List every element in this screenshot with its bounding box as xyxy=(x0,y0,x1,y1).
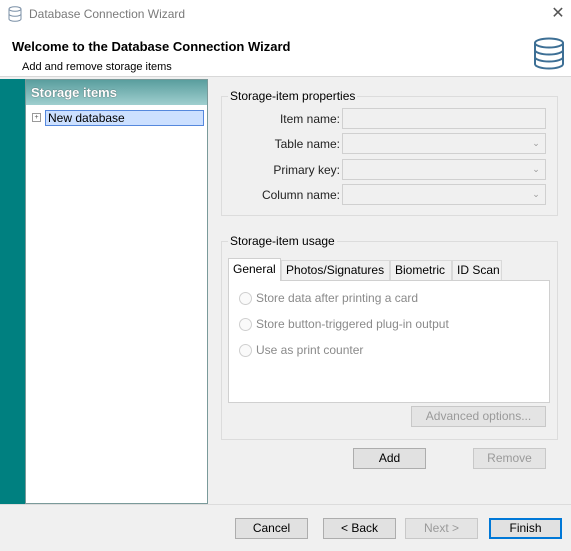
storage-items-tree[interactable]: Storage items + New database xyxy=(25,79,208,504)
radio-label: Store data after printing a card xyxy=(256,291,419,305)
primary-key-row: Primary key: ⌄ xyxy=(222,159,552,181)
item-name-row: Item name: xyxy=(222,108,552,130)
window-title: Database Connection Wizard xyxy=(29,7,186,21)
database-icon xyxy=(8,6,22,22)
cancel-button[interactable]: Cancel xyxy=(235,518,308,539)
radio-circle[interactable] xyxy=(239,292,252,305)
remove-button[interactable]: Remove xyxy=(473,448,546,469)
finish-button[interactable]: Finish xyxy=(489,518,562,539)
footer-separator xyxy=(0,504,571,505)
advanced-options-button[interactable]: Advanced options... xyxy=(411,406,546,427)
properties-legend: Storage-item properties xyxy=(228,89,358,103)
usage-legend: Storage-item usage xyxy=(228,234,337,248)
table-name-row: Table name: ⌄ xyxy=(222,133,552,155)
page-title: Welcome to the Database Connection Wizar… xyxy=(12,39,291,54)
column-name-row: Column name: ⌄ xyxy=(222,184,552,206)
radio-circle[interactable] xyxy=(239,318,252,331)
chevron-down-icon[interactable]: ⌄ xyxy=(527,160,545,179)
tab-general[interactable]: General xyxy=(228,258,281,281)
back-button[interactable]: < Back xyxy=(323,518,396,539)
wizard-header: Welcome to the Database Connection Wizar… xyxy=(0,29,571,77)
add-button[interactable]: Add xyxy=(353,448,426,469)
tab-biometric[interactable]: Biometric xyxy=(390,260,452,280)
table-name-value xyxy=(343,134,526,153)
item-name-label: Item name: xyxy=(279,112,340,126)
chevron-down-icon[interactable]: ⌄ xyxy=(527,134,545,153)
sidebar-accent-strip xyxy=(0,79,26,504)
page-subtitle: Add and remove storage items xyxy=(22,61,172,73)
radio-label: Store button-triggered plug-in output xyxy=(256,317,449,331)
column-name-value xyxy=(343,185,526,204)
table-name-combo[interactable]: ⌄ xyxy=(342,133,546,154)
table-name-label: Table name: xyxy=(274,137,340,151)
primary-key-value xyxy=(343,160,526,179)
database-icon xyxy=(534,37,564,70)
tree-node-new-database[interactable]: + New database xyxy=(32,110,204,126)
item-name-field[interactable] xyxy=(342,108,546,129)
chevron-down-icon[interactable]: ⌄ xyxy=(527,185,545,204)
primary-key-label: Primary key: xyxy=(273,163,340,177)
close-icon[interactable]: ✕ xyxy=(549,5,567,23)
primary-key-combo[interactable]: ⌄ xyxy=(342,159,546,180)
usage-group: Storage-item usage General Photos/Signat… xyxy=(221,234,558,440)
tab-general-panel: Store data after printing a card Store b… xyxy=(228,280,550,403)
expand-icon[interactable]: + xyxy=(32,113,41,122)
next-button[interactable]: Next > xyxy=(405,518,478,539)
column-name-label: Column name: xyxy=(261,188,340,202)
properties-group: Storage-item properties Item name: Table… xyxy=(221,89,558,216)
tab-photos-signatures[interactable]: Photos/Signatures xyxy=(281,260,390,280)
tree-node-label[interactable]: New database xyxy=(45,110,204,126)
tree-header: Storage items xyxy=(26,80,207,105)
tree-header-label: Storage items xyxy=(31,85,117,100)
column-name-combo[interactable]: ⌄ xyxy=(342,184,546,205)
title-bar: Database Connection Wizard ✕ xyxy=(0,0,571,29)
radio-circle[interactable] xyxy=(239,344,252,357)
radio-label: Use as print counter xyxy=(256,343,364,357)
tab-id-scan[interactable]: ID Scan xyxy=(452,260,502,280)
